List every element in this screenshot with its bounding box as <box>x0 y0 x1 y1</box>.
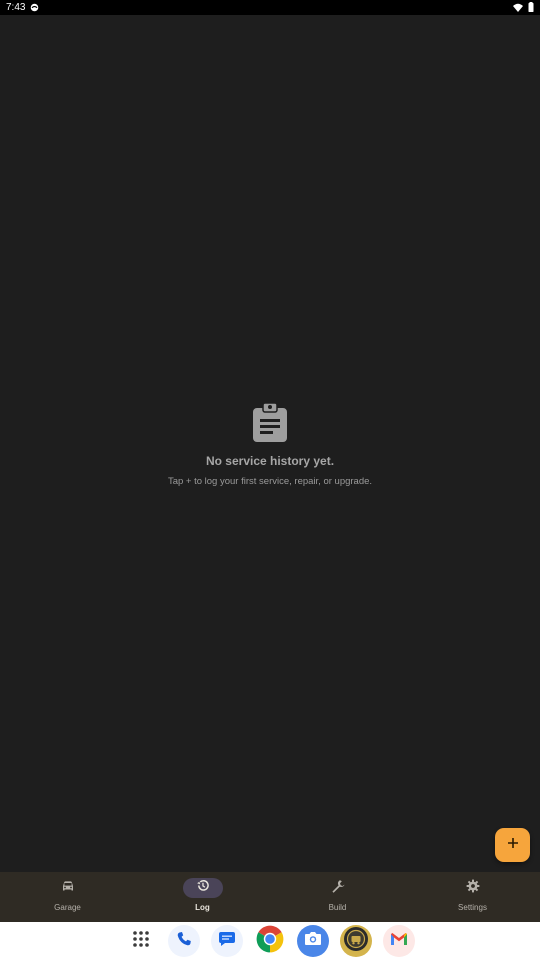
empty-state-subtitle: Tap + to log your first service, repair,… <box>167 476 373 487</box>
history-icon <box>196 879 209 897</box>
phone-icon <box>176 931 192 952</box>
wrench-icon <box>331 879 345 898</box>
app-drawer-icon <box>132 930 150 953</box>
nav-active-indicator <box>182 878 223 898</box>
nav-item-settings[interactable]: Settings <box>405 872 540 922</box>
app-badge-icon <box>343 926 369 957</box>
camera-app[interactable] <box>297 925 329 957</box>
nav-item-log[interactable]: Log <box>135 872 270 922</box>
app-badge-app[interactable] <box>340 925 372 957</box>
system-dock <box>0 922 540 960</box>
chrome-app[interactable] <box>254 925 286 957</box>
add-log-button[interactable] <box>495 828 530 862</box>
bottom-navigation: Garage Log Build Settings <box>0 872 540 922</box>
clipboard-icon <box>251 402 289 442</box>
empty-state: No service history yet. Tap + to log you… <box>0 402 540 487</box>
phone-app[interactable] <box>168 925 200 957</box>
messages-app[interactable] <box>211 925 243 957</box>
nav-label-garage: Garage <box>54 903 81 912</box>
messages-icon <box>218 931 236 952</box>
nav-label-build: Build <box>328 903 347 912</box>
plus-icon <box>507 836 519 854</box>
camera-icon <box>304 931 322 951</box>
car-icon <box>61 879 75 897</box>
gmail-icon <box>390 932 408 951</box>
app-drawer-button[interactable] <box>125 925 157 957</box>
nav-label-settings: Settings <box>458 903 487 912</box>
status-time: 7:43 <box>6 2 26 13</box>
gear-icon <box>466 879 480 898</box>
nav-label-log: Log <box>195 903 210 912</box>
gmail-app[interactable] <box>383 925 415 957</box>
nav-item-build[interactable]: Build <box>270 872 405 922</box>
nav-item-garage[interactable]: Garage <box>0 872 135 922</box>
chrome-icon <box>256 925 284 958</box>
status-bar: 7:43 <box>0 0 540 15</box>
empty-state-title: No service history yet. <box>205 454 335 468</box>
